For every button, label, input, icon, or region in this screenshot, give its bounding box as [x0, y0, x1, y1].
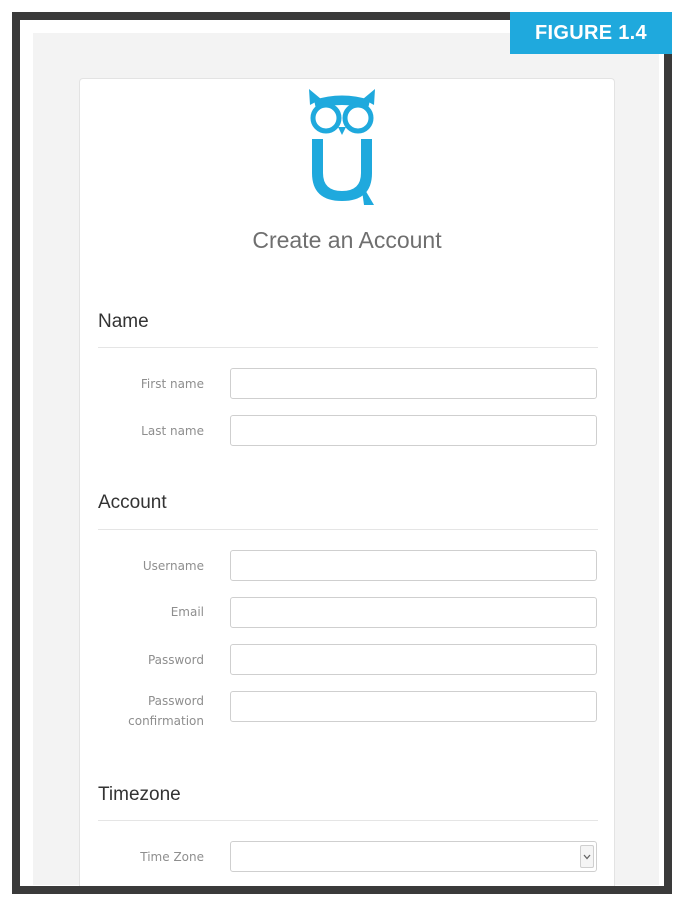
section-heading-name: Name	[98, 311, 149, 332]
password-field[interactable]	[230, 644, 597, 675]
figure-label: FIGURE 1.4	[510, 12, 672, 54]
password-confirmation-label-line1: Password	[147, 694, 204, 708]
section-divider	[98, 820, 598, 821]
time-zone-label: Time Zone	[140, 850, 204, 864]
page-title: Create an Account	[252, 227, 442, 253]
first-name-label: First name	[140, 377, 204, 391]
owl-logo-icon	[309, 89, 375, 205]
password-confirmation-label-line2: confirmation	[128, 714, 204, 728]
section-heading-timezone: Timezone	[98, 784, 181, 805]
password-label: Password	[147, 653, 204, 667]
section-divider	[98, 529, 598, 530]
time-zone-select[interactable]	[230, 841, 597, 872]
chevron-down-icon[interactable]	[580, 845, 594, 868]
signup-form-card: Create an Account Name First name Last n…	[79, 78, 615, 886]
section-heading-account: Account	[98, 492, 167, 513]
last-name-label: Last name	[141, 424, 204, 438]
first-name-field[interactable]	[230, 368, 597, 399]
password-confirmation-field[interactable]	[230, 691, 597, 722]
last-name-field[interactable]	[230, 415, 597, 446]
email-field[interactable]	[230, 597, 597, 628]
password-confirmation-label: Password confirmation	[98, 691, 204, 731]
username-label: Username	[142, 559, 204, 573]
section-divider	[98, 347, 598, 348]
email-label: Email	[170, 605, 204, 619]
username-field[interactable]	[230, 550, 597, 581]
